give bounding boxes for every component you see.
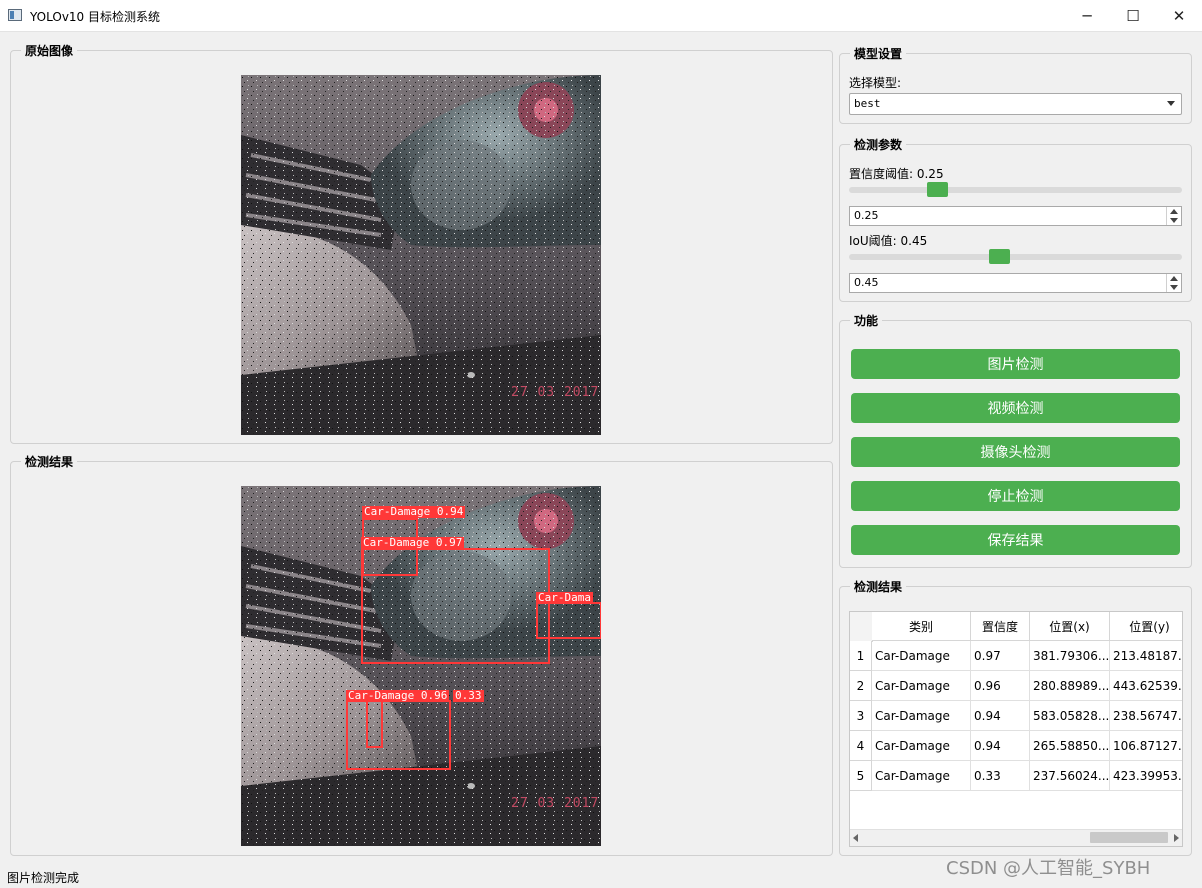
detection-box-label: Car-Damage 0.94	[362, 505, 466, 518]
functions-title: 功能	[850, 312, 883, 329]
image-detect-button[interactable]: 图片检测	[851, 349, 1180, 379]
model-select[interactable]: best	[849, 93, 1182, 115]
video-detect-button[interactable]: 视频检测	[851, 393, 1180, 423]
table-cell[interactable]: 238.56747...	[1110, 701, 1182, 731]
spin-up-icon[interactable]	[1170, 276, 1178, 281]
table-cell[interactable]: Car-Damage	[872, 761, 971, 791]
confidence-value: 0.25	[854, 209, 879, 222]
iou-slider[interactable]	[849, 249, 1182, 264]
table-cell[interactable]: Car-Damage	[872, 671, 971, 701]
detection-box	[361, 548, 550, 664]
select-model-label: 选择模型:	[849, 76, 902, 90]
table-cell[interactable]: Car-Damage	[872, 701, 971, 731]
table-cell[interactable]: 443.62539...	[1110, 671, 1182, 701]
window-title: YOLOv10 目标检测系统	[30, 10, 161, 24]
confidence-slider-handle[interactable]	[927, 182, 948, 197]
detect-params-title: 检测参数	[850, 136, 907, 153]
scrollbar-thumb[interactable]	[1090, 832, 1168, 843]
column-header-x[interactable]: 位置(x)	[1030, 612, 1110, 641]
table-cell[interactable]: 381.79306...	[1030, 641, 1110, 671]
iou-spinbox[interactable]: 0.45	[849, 273, 1182, 293]
row-header[interactable]: 3	[850, 701, 872, 731]
spin-up-icon[interactable]	[1170, 209, 1178, 214]
close-button[interactable]: ✕	[1156, 0, 1202, 31]
confidence-label: 置信度阈值: 0.25	[849, 167, 944, 181]
watermark: CSDN @人工智能_SYBH	[946, 858, 1151, 879]
table-cell[interactable]: 0.94	[971, 701, 1030, 731]
horizontal-scrollbar[interactable]	[850, 829, 1182, 846]
stop-detect-button[interactable]: 停止检测	[851, 481, 1180, 511]
detection-box-label: Car-Dama	[536, 591, 593, 604]
title-bar: YOLOv10 目标检测系统 ─ ☐ ✕	[0, 0, 1202, 32]
table-cell[interactable]: 0.33	[971, 761, 1030, 791]
table-cell[interactable]: 265.58850...	[1030, 731, 1110, 761]
maximize-button[interactable]: ☐	[1110, 0, 1156, 31]
iou-slider-handle[interactable]	[989, 249, 1010, 264]
row-header[interactable]: 2	[850, 671, 872, 701]
table-cell[interactable]: 237.56024...	[1030, 761, 1110, 791]
iou-label: IoU阈值: 0.45	[849, 234, 928, 248]
table-cell[interactable]: 106.87127...	[1110, 731, 1182, 761]
confidence-spin-buttons[interactable]	[1166, 207, 1181, 225]
result-image-date-stamp: 27 03 2017	[511, 796, 600, 811]
detection-box	[536, 602, 601, 639]
detection-box-label: Car-Damage 0.97	[361, 536, 465, 549]
iou-value: 0.45	[854, 276, 879, 289]
camera-detect-button[interactable]: 摄像头检测	[851, 437, 1180, 467]
original-image-title: 原始图像	[21, 42, 78, 59]
detection-box-label: 0.33	[453, 689, 484, 702]
table-cell[interactable]: Car-Damage	[872, 731, 971, 761]
result-image: 27 03 2017 Car-Damage 0.94 Car-Damage 0.…	[241, 486, 601, 846]
column-header-confidence[interactable]: 置信度	[971, 612, 1030, 641]
save-results-button[interactable]: 保存结果	[851, 525, 1180, 555]
confidence-slider[interactable]	[849, 182, 1182, 197]
confidence-spinbox[interactable]: 0.25	[849, 206, 1182, 226]
status-bar-text: 图片检测完成	[7, 871, 80, 885]
app-icon	[8, 9, 22, 21]
spin-down-icon[interactable]	[1170, 285, 1178, 290]
row-header[interactable]: 4	[850, 731, 872, 761]
table-cell[interactable]: 583.05828...	[1030, 701, 1110, 731]
results-table[interactable]: 类别 置信度 位置(x) 位置(y) 1 Car-Damage 0.97 381…	[849, 611, 1183, 847]
results-table-title: 检测结果	[850, 578, 907, 595]
column-header-class[interactable]: 类别	[872, 612, 971, 641]
table-cell[interactable]: 0.97	[971, 641, 1030, 671]
table-cell[interactable]: 423.39953...	[1110, 761, 1182, 791]
minimize-button[interactable]: ─	[1064, 0, 1110, 31]
table-cell[interactable]: 0.96	[971, 671, 1030, 701]
original-image-date-stamp: 27 03 2017	[511, 385, 600, 400]
detection-box	[366, 700, 383, 748]
result-image-title: 检测结果	[21, 453, 78, 470]
chevron-down-icon	[1167, 101, 1175, 106]
table-cell[interactable]: 213.48187...	[1110, 641, 1182, 671]
spin-down-icon[interactable]	[1170, 218, 1178, 223]
table-cell[interactable]: 280.88989...	[1030, 671, 1110, 701]
table-corner[interactable]	[850, 612, 873, 642]
model-select-value: best	[854, 97, 881, 110]
row-header[interactable]: 5	[850, 761, 872, 791]
model-settings-title: 模型设置	[850, 45, 907, 62]
detection-box	[346, 700, 451, 770]
iou-spin-buttons[interactable]	[1166, 274, 1181, 292]
scroll-left-icon[interactable]	[853, 834, 858, 842]
column-header-y[interactable]: 位置(y)	[1110, 612, 1182, 641]
original-image: 27 03 2017	[241, 75, 601, 435]
detection-box-label: Car-Damage 0.96	[346, 689, 450, 702]
table-cell[interactable]: Car-Damage	[872, 641, 971, 671]
scroll-right-icon[interactable]	[1174, 834, 1179, 842]
row-header[interactable]: 1	[850, 641, 872, 671]
table-cell[interactable]: 0.94	[971, 731, 1030, 761]
